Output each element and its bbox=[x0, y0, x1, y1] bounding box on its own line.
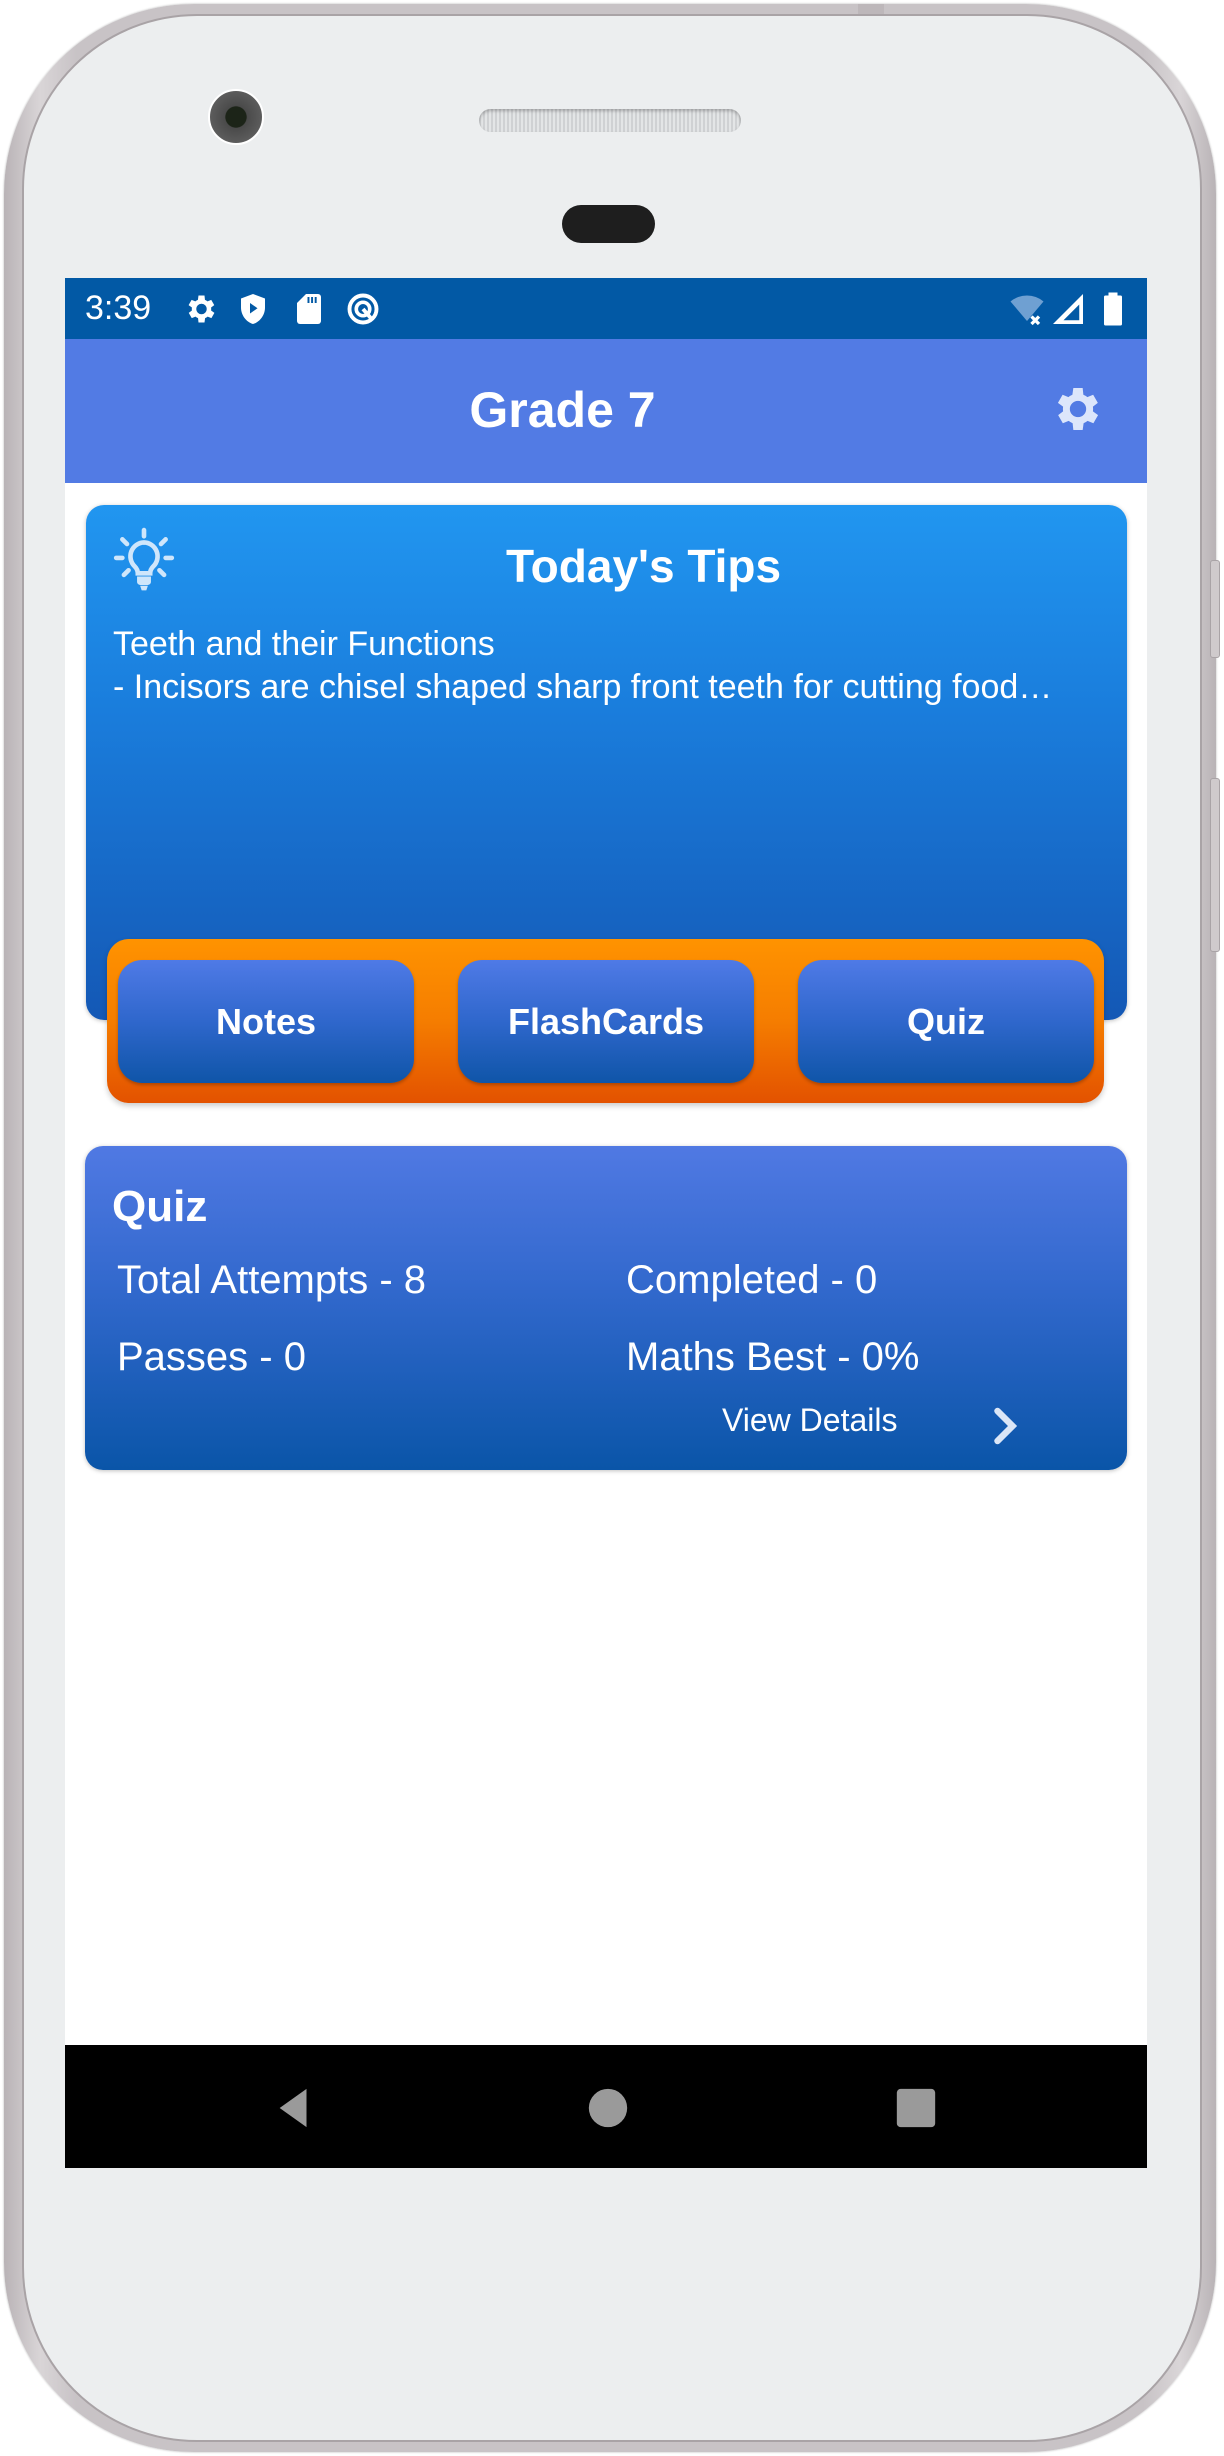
home-icon[interactable] bbox=[585, 2085, 631, 2131]
settings-icon bbox=[188, 295, 215, 323]
gear-icon[interactable] bbox=[1050, 381, 1106, 437]
at-sign-icon bbox=[347, 293, 379, 325]
power-button bbox=[1210, 560, 1220, 658]
passes-stat: Passes - 0 bbox=[117, 1335, 306, 1379]
status-time: 3:39 bbox=[85, 289, 152, 327]
quiz-card-title: Quiz bbox=[112, 1182, 208, 1231]
tips-title: Today's Tips bbox=[506, 540, 782, 592]
action-button-strip: Notes FlashCards Quiz bbox=[107, 939, 1104, 1103]
chevron-right-icon[interactable] bbox=[990, 1406, 1020, 1446]
volume-button bbox=[1210, 778, 1220, 952]
back-icon[interactable] bbox=[272, 2085, 318, 2131]
lightbulb-icon bbox=[113, 527, 175, 591]
tips-body: - Incisors are chisel shaped sharp front… bbox=[113, 668, 1053, 706]
recents-icon[interactable] bbox=[893, 2085, 939, 2131]
notes-button[interactable]: Notes bbox=[118, 960, 414, 1083]
front-camera bbox=[208, 89, 264, 145]
flashcards-button[interactable]: FlashCards bbox=[458, 960, 754, 1083]
tips-heading: Teeth and their Functions bbox=[113, 625, 495, 663]
page-title: Grade 7 bbox=[469, 382, 656, 438]
view-details-link[interactable]: View Details bbox=[722, 1402, 897, 1439]
sd-card-icon bbox=[297, 294, 321, 324]
total-attempts-stat: Total Attempts - 8 bbox=[117, 1258, 427, 1302]
wifi-off-icon bbox=[1010, 295, 1044, 326]
screen: 3:39 Grade 7 Today's Tips Teeth and thei… bbox=[65, 278, 1147, 2168]
status-bar: 3:39 bbox=[65, 278, 1147, 339]
tips-text: Teeth and their Functions - Incisors are… bbox=[113, 623, 1103, 709]
maths-best-stat: Maths Best - 0% bbox=[626, 1335, 920, 1379]
cellular-signal-icon bbox=[1053, 294, 1083, 324]
shield-play-icon bbox=[241, 294, 265, 324]
phone-top-seam bbox=[858, 4, 884, 14]
earpiece-speaker bbox=[479, 109, 741, 132]
completed-stat: Completed - 0 bbox=[626, 1258, 878, 1302]
quiz-button[interactable]: Quiz bbox=[798, 960, 1094, 1083]
battery-icon bbox=[1104, 292, 1122, 326]
quiz-summary-card[interactable]: Quiz Total Attempts - 8 Completed - 0 Pa… bbox=[85, 1146, 1127, 1470]
app-bar: Grade 7 bbox=[65, 339, 1147, 483]
proximity-sensor bbox=[562, 205, 655, 243]
system-nav-bar bbox=[65, 2045, 1147, 2168]
